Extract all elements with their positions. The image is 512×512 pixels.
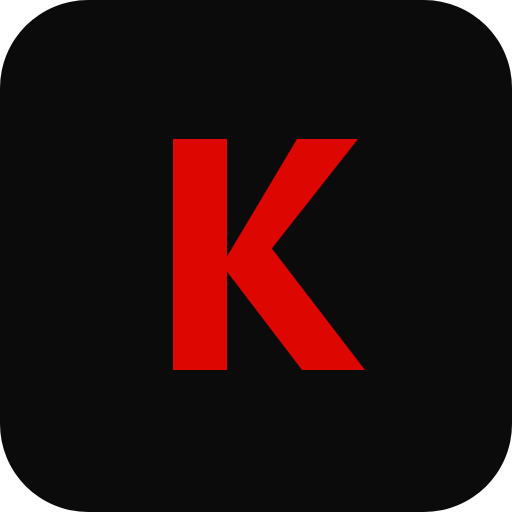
app-icon[interactable] xyxy=(0,0,512,512)
app-icon-graphic xyxy=(0,0,512,512)
k-letter-stem xyxy=(173,139,227,370)
